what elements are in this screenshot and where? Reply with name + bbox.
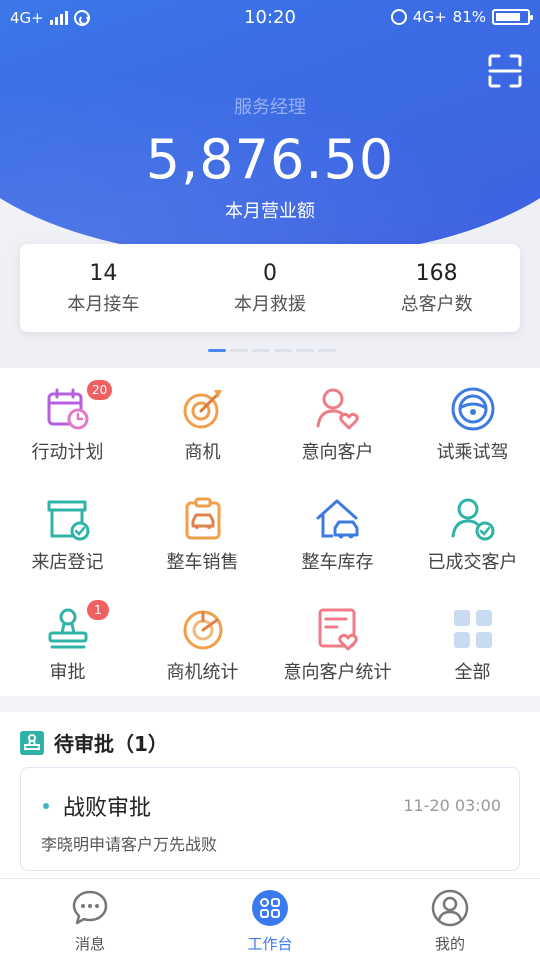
status-bar: 4G+ 10:20 4G+ 81% <box>0 0 540 36</box>
menu-item-closed-customers[interactable]: 已成交客户 <box>405 478 540 588</box>
approval-item-title: 战败审批 <box>63 796 152 821</box>
menu-label: 行动计划 <box>31 442 104 463</box>
page-dot <box>296 349 314 352</box>
report-heart-icon <box>318 608 358 651</box>
tab-messages[interactable]: 消息 <box>0 879 180 960</box>
car-clipboard-icon <box>185 497 221 540</box>
battery-icon <box>492 9 533 25</box>
approval-item-desc: 李晓明申请客户万先战败 <box>41 835 218 854</box>
scan-icon[interactable] <box>488 54 522 88</box>
menu-item-approval[interactable]: 1 审批 <box>0 588 135 698</box>
stat-value: 168 <box>415 261 458 286</box>
page-dot <box>230 349 248 352</box>
menu-item-test-drive[interactable]: 试乘试驾 <box>405 368 540 478</box>
menu-label: 全部 <box>454 662 491 683</box>
approval-item-time: 11-20 03:00 <box>403 796 501 815</box>
menu-item-vehicle-sales[interactable]: 整车销售 <box>135 478 270 588</box>
bottom-tab-bar: 消息 工作台 我的 <box>0 878 540 960</box>
tab-label: 我的 <box>434 935 465 953</box>
page-dot <box>274 349 292 352</box>
calendar-icon <box>47 388 89 430</box>
tab-label: 工作台 <box>247 935 293 953</box>
grid-icon <box>454 610 492 648</box>
stat-label: 本月接车 <box>67 294 140 315</box>
menu-label: 商机统计 <box>166 662 239 683</box>
page-dot <box>208 349 226 352</box>
menu-label: 整车销售 <box>166 552 239 573</box>
stamp-icon <box>48 608 88 649</box>
tab-mine[interactable]: 我的 <box>360 879 540 960</box>
stat-label: 总客户数 <box>400 294 473 315</box>
workbench-icon <box>252 890 288 926</box>
page-indicator <box>208 349 336 352</box>
tab-label: 消息 <box>74 935 105 953</box>
network-right-label: 4G+ <box>412 8 447 26</box>
stat-value: 14 <box>89 261 118 286</box>
menu-item-all[interactable]: 全部 <box>405 588 540 698</box>
menu-label: 意向客户统计 <box>283 662 392 683</box>
page-dot <box>318 349 336 352</box>
user-heart-icon <box>316 388 359 430</box>
page-dot <box>252 349 270 352</box>
menu-label: 意向客户 <box>301 442 374 463</box>
stamp-icon <box>20 730 44 755</box>
car-house-icon <box>316 499 359 539</box>
stats-card: 14 本月接车 0 本月救援 168 总客户数 <box>20 244 520 332</box>
feature-grid: 20 行动计划 商机 意向客户 试乘试驾 来店登记 整车销售 整车库存 已成交客… <box>0 368 540 696</box>
profile-icon <box>431 889 469 927</box>
pending-approval-section: 待审批（1） 战败审批 11-20 03:00 李晓明申请客户万先战败 <box>0 712 540 878</box>
battery-percent: 81% <box>452 8 486 26</box>
stat-label: 本月救援 <box>234 294 306 315</box>
stat-total-customers[interactable]: 168 总客户数 <box>353 244 520 332</box>
store-check-icon <box>47 500 90 541</box>
stat-monthly-rescue[interactable]: 0 本月救援 <box>187 244 354 332</box>
menu-label: 商机 <box>184 442 221 463</box>
badge: 20 <box>87 380 113 400</box>
menu-item-opportunity-stats[interactable]: 商机统计 <box>135 588 270 698</box>
menu-item-intent-customer[interactable]: 意向客户 <box>270 368 405 478</box>
steering-wheel-icon <box>451 387 495 431</box>
monthly-revenue-label: 本月营业额 <box>225 201 315 222</box>
menu-item-opportunity[interactable]: 商机 <box>135 368 270 478</box>
status-right: 4G+ 81% <box>390 8 533 26</box>
menu-label: 已成交客户 <box>427 552 518 573</box>
menu-item-vehicle-inventory[interactable]: 整车库存 <box>270 478 405 588</box>
menu-label: 试乘试驾 <box>436 442 509 463</box>
menu-label: 来店登记 <box>31 552 104 573</box>
pending-approval-title: 待审批（1） <box>54 732 168 756</box>
tab-workbench[interactable]: 工作台 <box>180 879 360 960</box>
pie-chart-icon <box>183 610 223 650</box>
monthly-revenue: 5,876.50 <box>145 128 395 191</box>
menu-item-action-plan[interactable]: 20 行动计划 <box>0 368 135 478</box>
user-check-icon <box>451 498 495 541</box>
stat-monthly-reception[interactable]: 14 本月接车 <box>20 244 187 332</box>
bullet-dot <box>43 803 49 809</box>
approval-item[interactable]: 战败审批 11-20 03:00 李晓明申请客户万先战败 <box>20 767 520 871</box>
badge: 1 <box>87 600 109 620</box>
pending-approval-header: 待审批（1） <box>20 728 168 757</box>
menu-item-store-registration[interactable]: 来店登记 <box>0 478 135 588</box>
menu-item-intent-customer-stats[interactable]: 意向客户统计 <box>270 588 405 698</box>
menu-label: 整车库存 <box>301 552 374 573</box>
stat-value: 0 <box>263 261 277 286</box>
header-section: 4G+ 10:20 4G+ 81% 服务经理 5,876.50 本月营业额 14… <box>0 0 540 368</box>
target-icon <box>183 390 222 429</box>
role-title: 服务经理 <box>234 97 306 118</box>
chat-icon <box>72 890 108 925</box>
alarm-icon <box>390 9 407 25</box>
menu-label: 审批 <box>49 662 86 683</box>
